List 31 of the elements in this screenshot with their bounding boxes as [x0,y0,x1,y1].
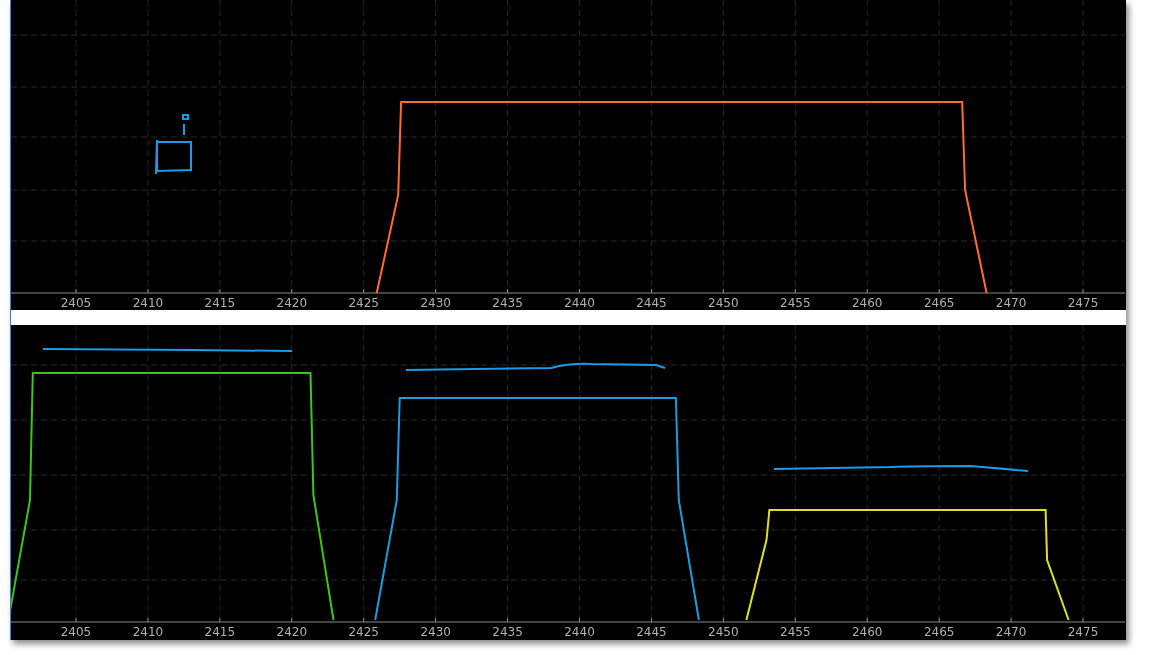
axis-label: 2410 [132,296,164,310]
annotation-drawing [155,114,192,175]
axis-label: 2460 [851,625,883,639]
axis-label: 2440 [564,296,595,310]
axis-label: 2445 [636,625,667,639]
axis-label: 2405 [60,296,92,310]
axis-label: 2435 [492,296,523,310]
axis-label: 2445 [636,296,667,310]
axis-label: 2405 [60,625,92,639]
axis-label: 2420 [276,625,308,639]
axis-label: 2450 [708,625,739,639]
axis-label: 2470 [995,625,1027,639]
axis-label: 2425 [348,625,379,639]
axis-label: 2475 [1067,625,1099,639]
axis-label: 2455 [780,625,811,639]
axis-label: 2425 [348,296,379,310]
axis-label: 2410 [132,625,164,639]
axis-label: 2430 [420,625,451,639]
axis-label: 2460 [851,296,883,310]
axis-label: 2415 [204,296,236,310]
axis-label: 2455 [780,296,811,310]
axis-label: 2450 [708,296,739,310]
axis-label: 2465 [923,625,955,639]
axis-label: 2440 [564,625,595,639]
axis-label: 2420 [276,296,308,310]
axis-label: 2465 [923,296,955,310]
axis-label: 2470 [995,296,1027,310]
axis-label: 2435 [492,625,523,639]
axis-label: 2430 [420,296,451,310]
axis-label: 2415 [204,625,236,639]
axis-label: 2475 [1067,296,1099,310]
